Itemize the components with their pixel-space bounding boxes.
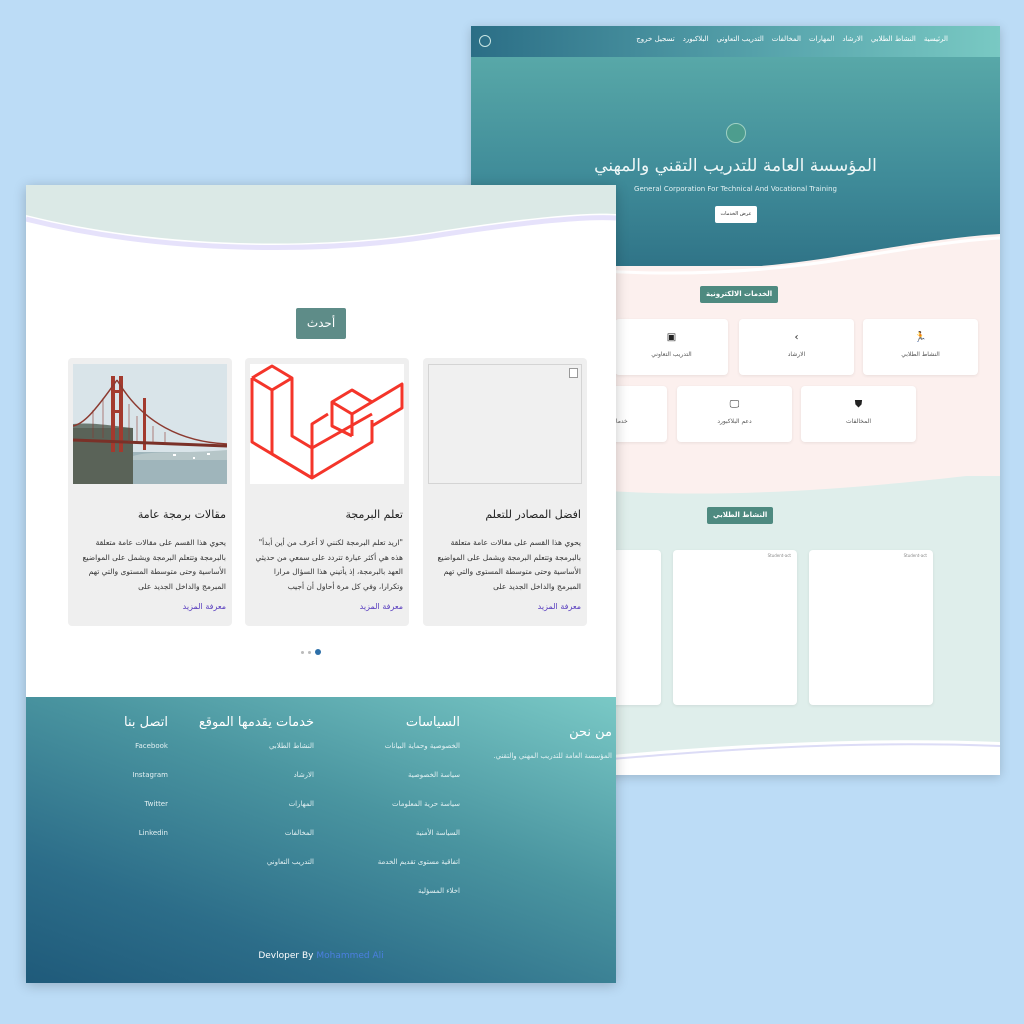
footer-heading: خدمات يقدمها الموقع (198, 715, 314, 730)
front-page-screenshot: أحدث الأخبار افضل المصادر للتعلم يحوي هذ… (26, 185, 616, 983)
activity-heading: النشاط الطلابي (707, 507, 774, 524)
nav-link[interactable]: الارشاد (842, 35, 862, 43)
nav-link[interactable]: تسجيل خروج (636, 35, 674, 43)
footer-link[interactable]: الارشاد (174, 771, 314, 800)
card-title: مقالات برمجة عامة (137, 508, 226, 521)
nav-link[interactable]: البلاكبورد (683, 35, 709, 43)
news-card[interactable]: تعلم البرمجة "اريد تعلم البرمجة لكنني لا… (245, 358, 409, 626)
top-wave (26, 213, 616, 270)
footer-about-text: المؤسسة العامة للتدريب المهني والتقني. (493, 752, 612, 760)
developer-credit: Devloper By Mohammed Ali (26, 951, 616, 961)
calendar-icon: ▣ (666, 332, 677, 343)
nav-link[interactable]: النشاط الطلابي (871, 35, 916, 43)
nav-link[interactable]: المهارات (809, 35, 834, 43)
hero-title: المؤسسة العامة للتدريب التقني والمهني (594, 156, 877, 176)
activity-card[interactable]: Student-act (809, 550, 933, 705)
emblem-icon[interactable] (479, 35, 491, 47)
monitor-icon: 🖵 (729, 399, 740, 410)
laravel-logo (250, 364, 404, 484)
service-label: التدريب التعاوني (651, 351, 692, 358)
emblem-icon (726, 123, 746, 143)
card-description: يحوي هذا القسم على مقالات عامة متعلقة با… (82, 538, 227, 591)
service-label: دعم البلاكبورد (717, 418, 752, 425)
read-more-link[interactable]: معرفة المزيد (183, 602, 226, 611)
service-card[interactable]: 🏃 النشاط الطلابي (863, 319, 978, 375)
developer-link[interactable]: Mohammed Ali (316, 951, 383, 961)
card-title: افضل المصادر للتعلم (485, 508, 581, 521)
footer-policies: السياسات الخصوصية وحماية البيانات سياسة … (310, 715, 460, 916)
carousel-dot[interactable] (301, 650, 304, 654)
nav-link[interactable]: التدريب التعاوني (717, 35, 764, 43)
service-card[interactable]: ▣ التدريب التعاوني (615, 319, 728, 375)
running-icon: 🏃 (914, 332, 927, 343)
linkedin-link[interactable]: Linkedin (88, 829, 168, 858)
facebook-link[interactable]: Facebook (88, 742, 168, 771)
activity-card[interactable]: Student-act (673, 550, 797, 705)
footer-about: من نحن المؤسسة العامة للتدريب المهني وال… (492, 725, 612, 760)
e-services-heading: الخدمات الالكترونية (700, 286, 779, 303)
nav-links: الرئيسية النشاط الطلابي الارشاد المهارات… (636, 35, 948, 43)
footer-link[interactable]: المهارات (174, 800, 314, 829)
footer-heading: اتصل بنا (124, 715, 168, 730)
read-more-link[interactable]: معرفة المزيد (538, 602, 581, 611)
broken-image-icon: Student-act (903, 553, 927, 558)
footer-site-services: خدمات يقدمها الموقع النشاط الطلابي الارش… (174, 715, 314, 887)
footer-link[interactable]: السياسة الأمنية (310, 829, 460, 858)
nav-link[interactable]: الرئيسية (924, 35, 948, 43)
footer-contact: اتصل بنا Facebook Instagram Twitter Link… (88, 715, 168, 858)
service-card[interactable]: 🖵 دعم البلاكبورد (677, 386, 792, 442)
bridge-photo (73, 364, 227, 484)
developer-prefix: Devloper By (258, 951, 314, 961)
carousel-dot-active[interactable] (315, 649, 321, 655)
nav-link[interactable]: المخالفات (772, 35, 801, 43)
footer-heading: من نحن (569, 725, 612, 740)
footer-link[interactable]: الخصوصية وحماية البيانات (310, 742, 460, 771)
carousel-dot[interactable] (308, 650, 311, 654)
footer-link[interactable]: سياسة الخصوصية (310, 771, 460, 800)
broken-image-icon: Student-act (767, 553, 791, 558)
news-card[interactable]: افضل المصادر للتعلم يحوي هذا القسم على م… (423, 358, 587, 626)
instagram-link[interactable]: Instagram (88, 771, 168, 800)
twitter-link[interactable]: Twitter (88, 800, 168, 829)
site-footer: من نحن المؤسسة العامة للتدريب المهني وال… (26, 697, 616, 983)
footer-link[interactable]: سياسة حرية المعلومات (310, 800, 460, 829)
chevron-icon: ‹ (794, 332, 799, 343)
news-card[interactable]: مقالات برمجة عامة يحوي هذا القسم على مقا… (68, 358, 232, 626)
service-label: النشاط الطلابي (901, 351, 940, 358)
footer-link[interactable]: اخلاء المسؤلية (310, 887, 460, 916)
footer-link[interactable]: المخالفات (174, 829, 314, 858)
broken-image-icon (428, 364, 582, 484)
latest-news-heading[interactable]: أحدث الأخبار (296, 308, 346, 361)
card-title: تعلم البرمجة (345, 508, 403, 521)
service-card[interactable]: ⛊ المخالفات (801, 386, 916, 442)
top-navbar: الرئيسية النشاط الطلابي الارشاد المهارات… (471, 26, 1000, 57)
footer-link[interactable]: النشاط الطلابي (174, 742, 314, 771)
footer-link[interactable]: التدريب التعاوني (174, 858, 314, 887)
carousel-indicators (301, 649, 321, 655)
shield-icon: ⛊ (854, 399, 863, 410)
service-label: الارشاد (787, 351, 806, 358)
card-description: "اريد تعلم البرمجة لكنني لا أعرف من أين … (255, 538, 404, 591)
service-label: المخالفات (845, 418, 871, 425)
card-description: يحوي هذا القسم على مقالات عامة متعلقة با… (437, 538, 582, 591)
service-card[interactable]: ‹ الارشاد (739, 319, 854, 375)
footer-link[interactable]: اتفاقية مستوى تقديم الخدمة (310, 858, 460, 887)
footer-heading: السياسات (405, 715, 460, 730)
read-more-link[interactable]: معرفة المزيد (360, 602, 403, 611)
